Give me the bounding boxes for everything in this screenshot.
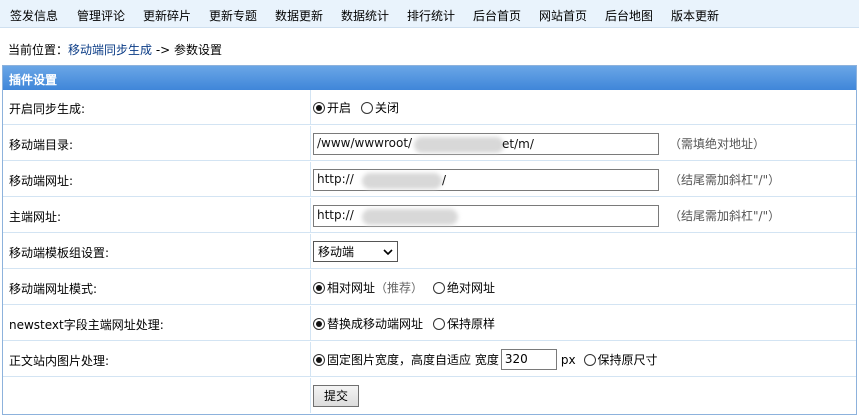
newstext-keep-radio[interactable] (433, 317, 446, 330)
row-mobile-url: 移动端网址: http:// / （结尾需加斜杠"/"） (3, 162, 856, 197)
nav-link-update-fragments[interactable]: 更新碎片 (143, 7, 191, 24)
sync-off-label: 关闭 (375, 101, 400, 115)
image-keep-radio[interactable] (583, 353, 596, 366)
mobile-url-hint: （结尾需加斜杠"/"） (669, 173, 781, 187)
mobile-url-value-start: http:// (317, 171, 354, 186)
url-mode-label: 移动端网址模式: (9, 282, 98, 296)
url-mode-recommend-note: （推荐） (375, 281, 424, 295)
breadcrumb-prefix: 当前位置： (8, 43, 69, 57)
url-mode-relative-label: 相对网址 (327, 281, 376, 295)
sync-on-radio[interactable] (313, 101, 325, 114)
newstext-label: newstext字段主端网址处理: (9, 318, 164, 332)
column-divider (310, 162, 311, 197)
chevron-down-icon (383, 248, 393, 255)
sync-on-option[interactable]: 开启 (313, 99, 351, 116)
mobile-dir-value-start: /www/wwwroot/ (317, 135, 413, 150)
breadcrumb-current: -> 参数设置 (152, 43, 223, 57)
image-width-unit: px (560, 352, 576, 367)
nav-link-data-stats[interactable]: 数据统计 (341, 7, 389, 24)
main-url-label: 主端网址: (9, 210, 62, 224)
main-url-control: http:// （结尾需加斜杠"/"） (313, 198, 780, 233)
nav-link-site-home[interactable]: 网站首页 (539, 7, 587, 24)
submit-control: 提交 (313, 378, 360, 413)
nav-link-sign-info[interactable]: 签发信息 (10, 7, 58, 24)
template-label: 移动端模板组设置: (9, 246, 110, 260)
image-fixed-radio[interactable] (313, 353, 325, 366)
column-divider (310, 198, 311, 233)
column-divider (310, 378, 311, 413)
sync-enable-control: 开启 关闭 (313, 90, 409, 125)
nav-link-admin-map[interactable]: 后台地图 (605, 7, 653, 24)
sync-off-radio[interactable] (361, 101, 374, 114)
image-keep-label: 保持原尺寸 (597, 353, 658, 367)
template-select-value: 移动端 (318, 245, 355, 259)
mobile-url-value-end: / (442, 172, 447, 187)
row-sync-enable: 开启同步生成: 开启 关闭 (3, 90, 856, 125)
nav-link-version-update[interactable]: 版本更新 (671, 7, 719, 24)
column-divider (310, 90, 311, 125)
url-mode-absolute-option[interactable]: 绝对网址 (433, 279, 495, 296)
nav-link-update-topics[interactable]: 更新专题 (209, 7, 257, 24)
image-control: 固定图片宽度，高度自适应 宽度 320 px 保持原尺寸 (313, 342, 668, 377)
newstext-replace-radio[interactable] (313, 317, 325, 330)
sync-enable-label: 开启同步生成: (9, 102, 86, 116)
row-mobile-dir: 移动端目录: /www/wwwroot/ et/m/ （需填绝对地址） (3, 126, 856, 161)
column-divider (310, 126, 311, 161)
nav-link-admin-home[interactable]: 后台首页 (473, 7, 521, 24)
mobile-url-input[interactable]: http:// / (313, 168, 659, 191)
mobile-url-control: http:// / （结尾需加斜杠"/"） (313, 162, 780, 197)
image-label: 正文站内图片处理: (9, 354, 110, 368)
newstext-keep-option[interactable]: 保持原样 (433, 315, 495, 332)
row-url-mode: 移动端网址模式: 相对网址 （推荐） 绝对网址 (3, 270, 856, 305)
url-mode-relative-option[interactable]: 相对网址 （推荐） (313, 279, 423, 296)
main-url-input[interactable]: http:// (313, 204, 659, 227)
column-divider (310, 234, 311, 269)
panel-title: 插件设置 (3, 66, 856, 90)
image-fixed-option[interactable]: 固定图片宽度，高度自适应 宽度 (313, 351, 499, 368)
sync-off-option[interactable]: 关闭 (361, 99, 399, 116)
template-select[interactable]: 移动端 (313, 241, 398, 262)
mobile-dir-label: 移动端目录: (9, 138, 74, 152)
submit-button[interactable]: 提交 (313, 384, 360, 407)
main-url-hint: （结尾需加斜杠"/"） (669, 209, 781, 223)
url-mode-absolute-label: 绝对网址 (447, 281, 496, 295)
newstext-replace-label: 替换成移动端网址 (327, 317, 424, 331)
image-fixed-label: 固定图片宽度，高度自适应 宽度 (327, 353, 499, 367)
mobile-dir-control: /www/wwwroot/ et/m/ （需填绝对地址） (313, 126, 765, 161)
column-divider (310, 270, 311, 305)
mobile-dir-input[interactable]: /www/wwwroot/ et/m/ (313, 132, 659, 155)
settings-panel: 插件设置 开启同步生成: 开启 关闭 移动端目录: /www/wwwroot/ … (2, 65, 857, 415)
breadcrumb: 当前位置：移动端同步生成 -> 参数设置 (8, 41, 222, 58)
row-main-url: 主端网址: http:// （结尾需加斜杠"/"） (3, 198, 856, 233)
row-newstext: newstext字段主端网址处理: 替换成移动端网址 保持原样 (3, 306, 856, 341)
main-url-value-start: http:// (317, 207, 354, 222)
newstext-replace-option[interactable]: 替换成移动端网址 (313, 315, 423, 332)
column-divider (310, 342, 311, 377)
row-image: 正文站内图片处理: 固定图片宽度，高度自适应 宽度 320 px 保持原尺寸 (3, 342, 856, 377)
newstext-control: 替换成移动端网址 保持原样 (313, 306, 505, 341)
mobile-dir-hint: （需填绝对地址） (669, 137, 766, 151)
row-template: 移动端模板组设置: 移动端 (3, 234, 856, 269)
column-divider (310, 306, 311, 341)
url-mode-absolute-radio[interactable] (433, 281, 446, 294)
nav-link-manage-comments[interactable]: 管理评论 (77, 7, 125, 24)
redaction-blur (414, 136, 504, 153)
mobile-dir-value-end: et/m/ (502, 136, 534, 151)
redaction-blur (362, 208, 458, 225)
row-submit: 提交 (3, 378, 856, 413)
image-width-input[interactable]: 320 (500, 349, 557, 370)
image-keep-option[interactable]: 保持原尺寸 (583, 351, 658, 368)
template-control: 移动端 (313, 234, 398, 269)
redaction-blur (362, 172, 442, 189)
breadcrumb-link-mobile-sync[interactable]: 移动端同步生成 (68, 43, 152, 57)
nav-link-ranking-stats[interactable]: 排行统计 (407, 7, 455, 24)
nav-link-data-update[interactable]: 数据更新 (275, 7, 323, 24)
newstext-keep-label: 保持原样 (447, 317, 496, 331)
sync-on-label: 开启 (327, 101, 352, 115)
top-nav: 签发信息 管理评论 更新碎片 更新专题 数据更新 数据统计 排行统计 后台首页 … (0, 0, 859, 28)
url-mode-relative-radio[interactable] (313, 281, 325, 294)
mobile-url-label: 移动端网址: (9, 174, 74, 188)
url-mode-control: 相对网址 （推荐） 绝对网址 (313, 270, 505, 305)
